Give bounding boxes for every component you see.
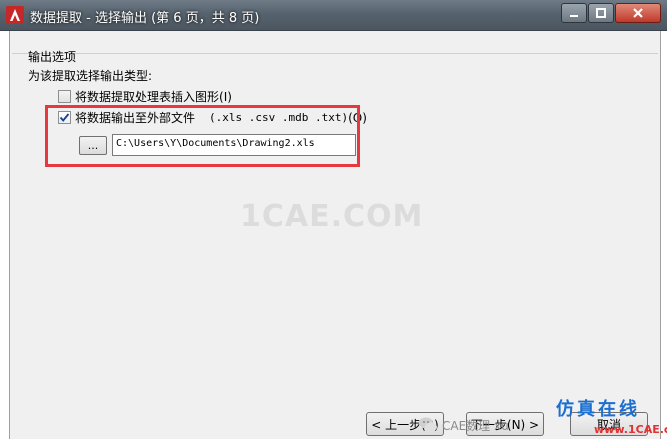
minimize-button[interactable] [561, 3, 587, 23]
section-title: 输出选项 [28, 50, 77, 64]
browse-button[interactable]: ... [79, 136, 107, 155]
wechat-icon [419, 417, 437, 432]
insert-table-checkbox[interactable] [58, 90, 71, 103]
corner-watermark: CAE数理 xu 仿真在线 www.1CAE.com [418, 399, 667, 439]
corner-watermark-url: www.1CAE.com [594, 423, 667, 436]
corner-watermark-brand: 仿真在线 [556, 399, 640, 420]
watermark-text: 1CAE.COM [240, 199, 424, 234]
title-bar: 数据提取 - 选择输出 (第 6 页，共 8 页) [0, 0, 667, 31]
close-icon [633, 8, 643, 18]
maximize-icon [596, 8, 606, 18]
window-title: 数据提取 - 选择输出 (第 6 页，共 8 页) [30, 11, 260, 26]
wizard-content: 输出选项 为该提取选择输出类型: 将数据提取处理表插入图形 (I) 将数据输出至… [9, 31, 661, 439]
output-path-field[interactable]: C:\Users\Y\Documents\Drawing2.xls [112, 134, 356, 156]
maximize-button[interactable] [588, 3, 614, 23]
insert-table-shortcut: (I) [219, 89, 232, 104]
insert-table-option[interactable]: 将数据提取处理表插入图形 (I) [58, 88, 232, 105]
section-description: 为该提取选择输出类型: [28, 69, 153, 83]
minimize-icon [570, 15, 578, 17]
close-button[interactable] [615, 3, 661, 23]
autocad-icon [6, 6, 24, 24]
insert-table-label: 将数据提取处理表插入图形 [75, 90, 220, 104]
corner-watermark-text: CAE数理 xu [442, 418, 509, 433]
